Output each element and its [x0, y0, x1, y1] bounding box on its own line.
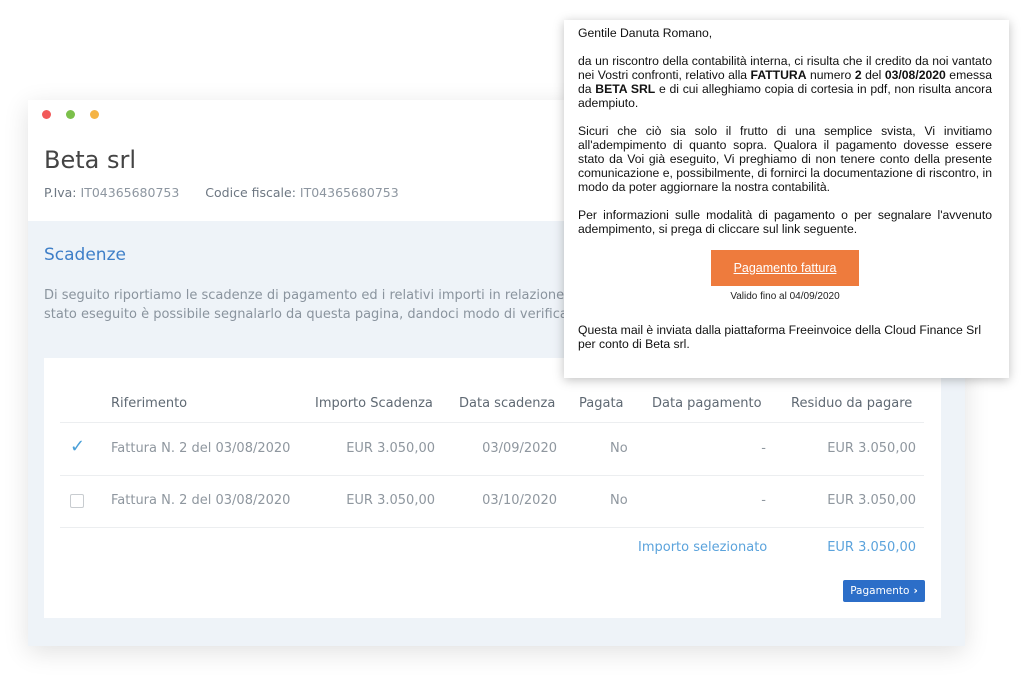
email-paragraph-2: Sicuri che ciò sia solo il frutto di una… — [578, 124, 992, 194]
header-residuo: Residuo da pagare — [791, 396, 913, 411]
minimize-window-dot[interactable] — [66, 110, 75, 119]
row-pagata: No — [610, 493, 628, 508]
maximize-window-dot[interactable] — [90, 110, 99, 119]
row-pagata: No — [610, 441, 628, 456]
payment-button-label: Pagamento — [850, 585, 910, 597]
selected-amount-label: Importo selezionato — [638, 540, 768, 555]
section-description: Di seguito riportiamo le scadenze di pag… — [44, 286, 584, 324]
close-window-dot[interactable] — [42, 110, 51, 119]
pay-invoice-link-button[interactable]: Pagamento fattura — [711, 250, 859, 286]
divider — [60, 527, 924, 528]
row-data-scadenza: 03/10/2020 — [482, 493, 557, 508]
row-data-pagamento: - — [761, 493, 766, 508]
email-paragraph-1: da un riscontro della contabilità intern… — [578, 54, 992, 110]
valid-until-note: Valido fino al 04/09/2020 — [730, 291, 840, 302]
header-riferimento: Riferimento — [111, 396, 188, 411]
divider — [60, 422, 924, 423]
chevron-right-icon: › — [913, 585, 918, 597]
header-data-scadenza: Data scadenza — [459, 396, 556, 411]
piva-label: P.Iva: — [44, 185, 77, 200]
row-riferimento: Fattura N. 2 del 03/08/2020 — [111, 441, 291, 456]
payment-button[interactable]: Pagamento › — [843, 580, 925, 602]
email-text: numero — [806, 68, 855, 82]
company-ids: P.Iva: IT04365680753 Codice fiscale: IT0… — [44, 185, 399, 200]
row-residuo: EUR 3.050,00 — [827, 493, 916, 508]
row-data-scadenza: 03/09/2020 — [482, 441, 557, 456]
email-message: Gentile Danuta Romano, da un riscontro d… — [564, 20, 1009, 378]
email-invoice-word: FATTURA — [750, 68, 807, 82]
email-footer: Questa mail è inviata dalla piattaforma … — [578, 323, 982, 351]
checkmark-icon[interactable]: ✓ — [70, 436, 85, 457]
description-line-1: Di seguito riportiamo le scadenze di pag… — [44, 288, 577, 303]
row-riferimento: Fattura N. 2 del 03/08/2020 — [111, 493, 291, 508]
row-importo: EUR 3.050,00 — [346, 441, 435, 456]
email-issuer: BETA SRL — [595, 82, 656, 96]
email-button-wrap: Pagamento fattura — [578, 250, 992, 286]
cf-label: Codice fiscale: — [205, 185, 296, 200]
cf-value: IT04365680753 — [299, 185, 399, 200]
row-importo: EUR 3.050,00 — [346, 493, 435, 508]
header-pagata: Pagata — [579, 396, 624, 411]
email-invoice-date: 03/08/2020 — [884, 68, 946, 82]
row-checkbox[interactable] — [70, 494, 84, 508]
section-title: Scadenze — [44, 245, 126, 265]
header-importo-scadenza: Importo Scadenza — [315, 396, 433, 411]
header-data-pagamento: Data pagamento — [652, 396, 762, 411]
divider — [60, 475, 924, 476]
row-data-pagamento: - — [761, 441, 766, 456]
row-residuo: EUR 3.050,00 — [827, 441, 916, 456]
piva-value: IT04365680753 — [80, 185, 180, 200]
company-name: Beta srl — [44, 146, 137, 174]
deadlines-table-card: Riferimento Importo Scadenza Data scaden… — [44, 358, 941, 618]
description-line-2: stato eseguito è possibile segnalarlo da… — [44, 307, 568, 322]
email-greeting: Gentile Danuta Romano, — [578, 26, 713, 40]
email-paragraph-3: Per informazioni sulle modalità di pagam… — [578, 208, 992, 236]
email-text: del — [861, 68, 885, 82]
selected-amount-value: EUR 3.050,00 — [827, 540, 916, 555]
email-invoice-number: 2 — [854, 68, 862, 82]
